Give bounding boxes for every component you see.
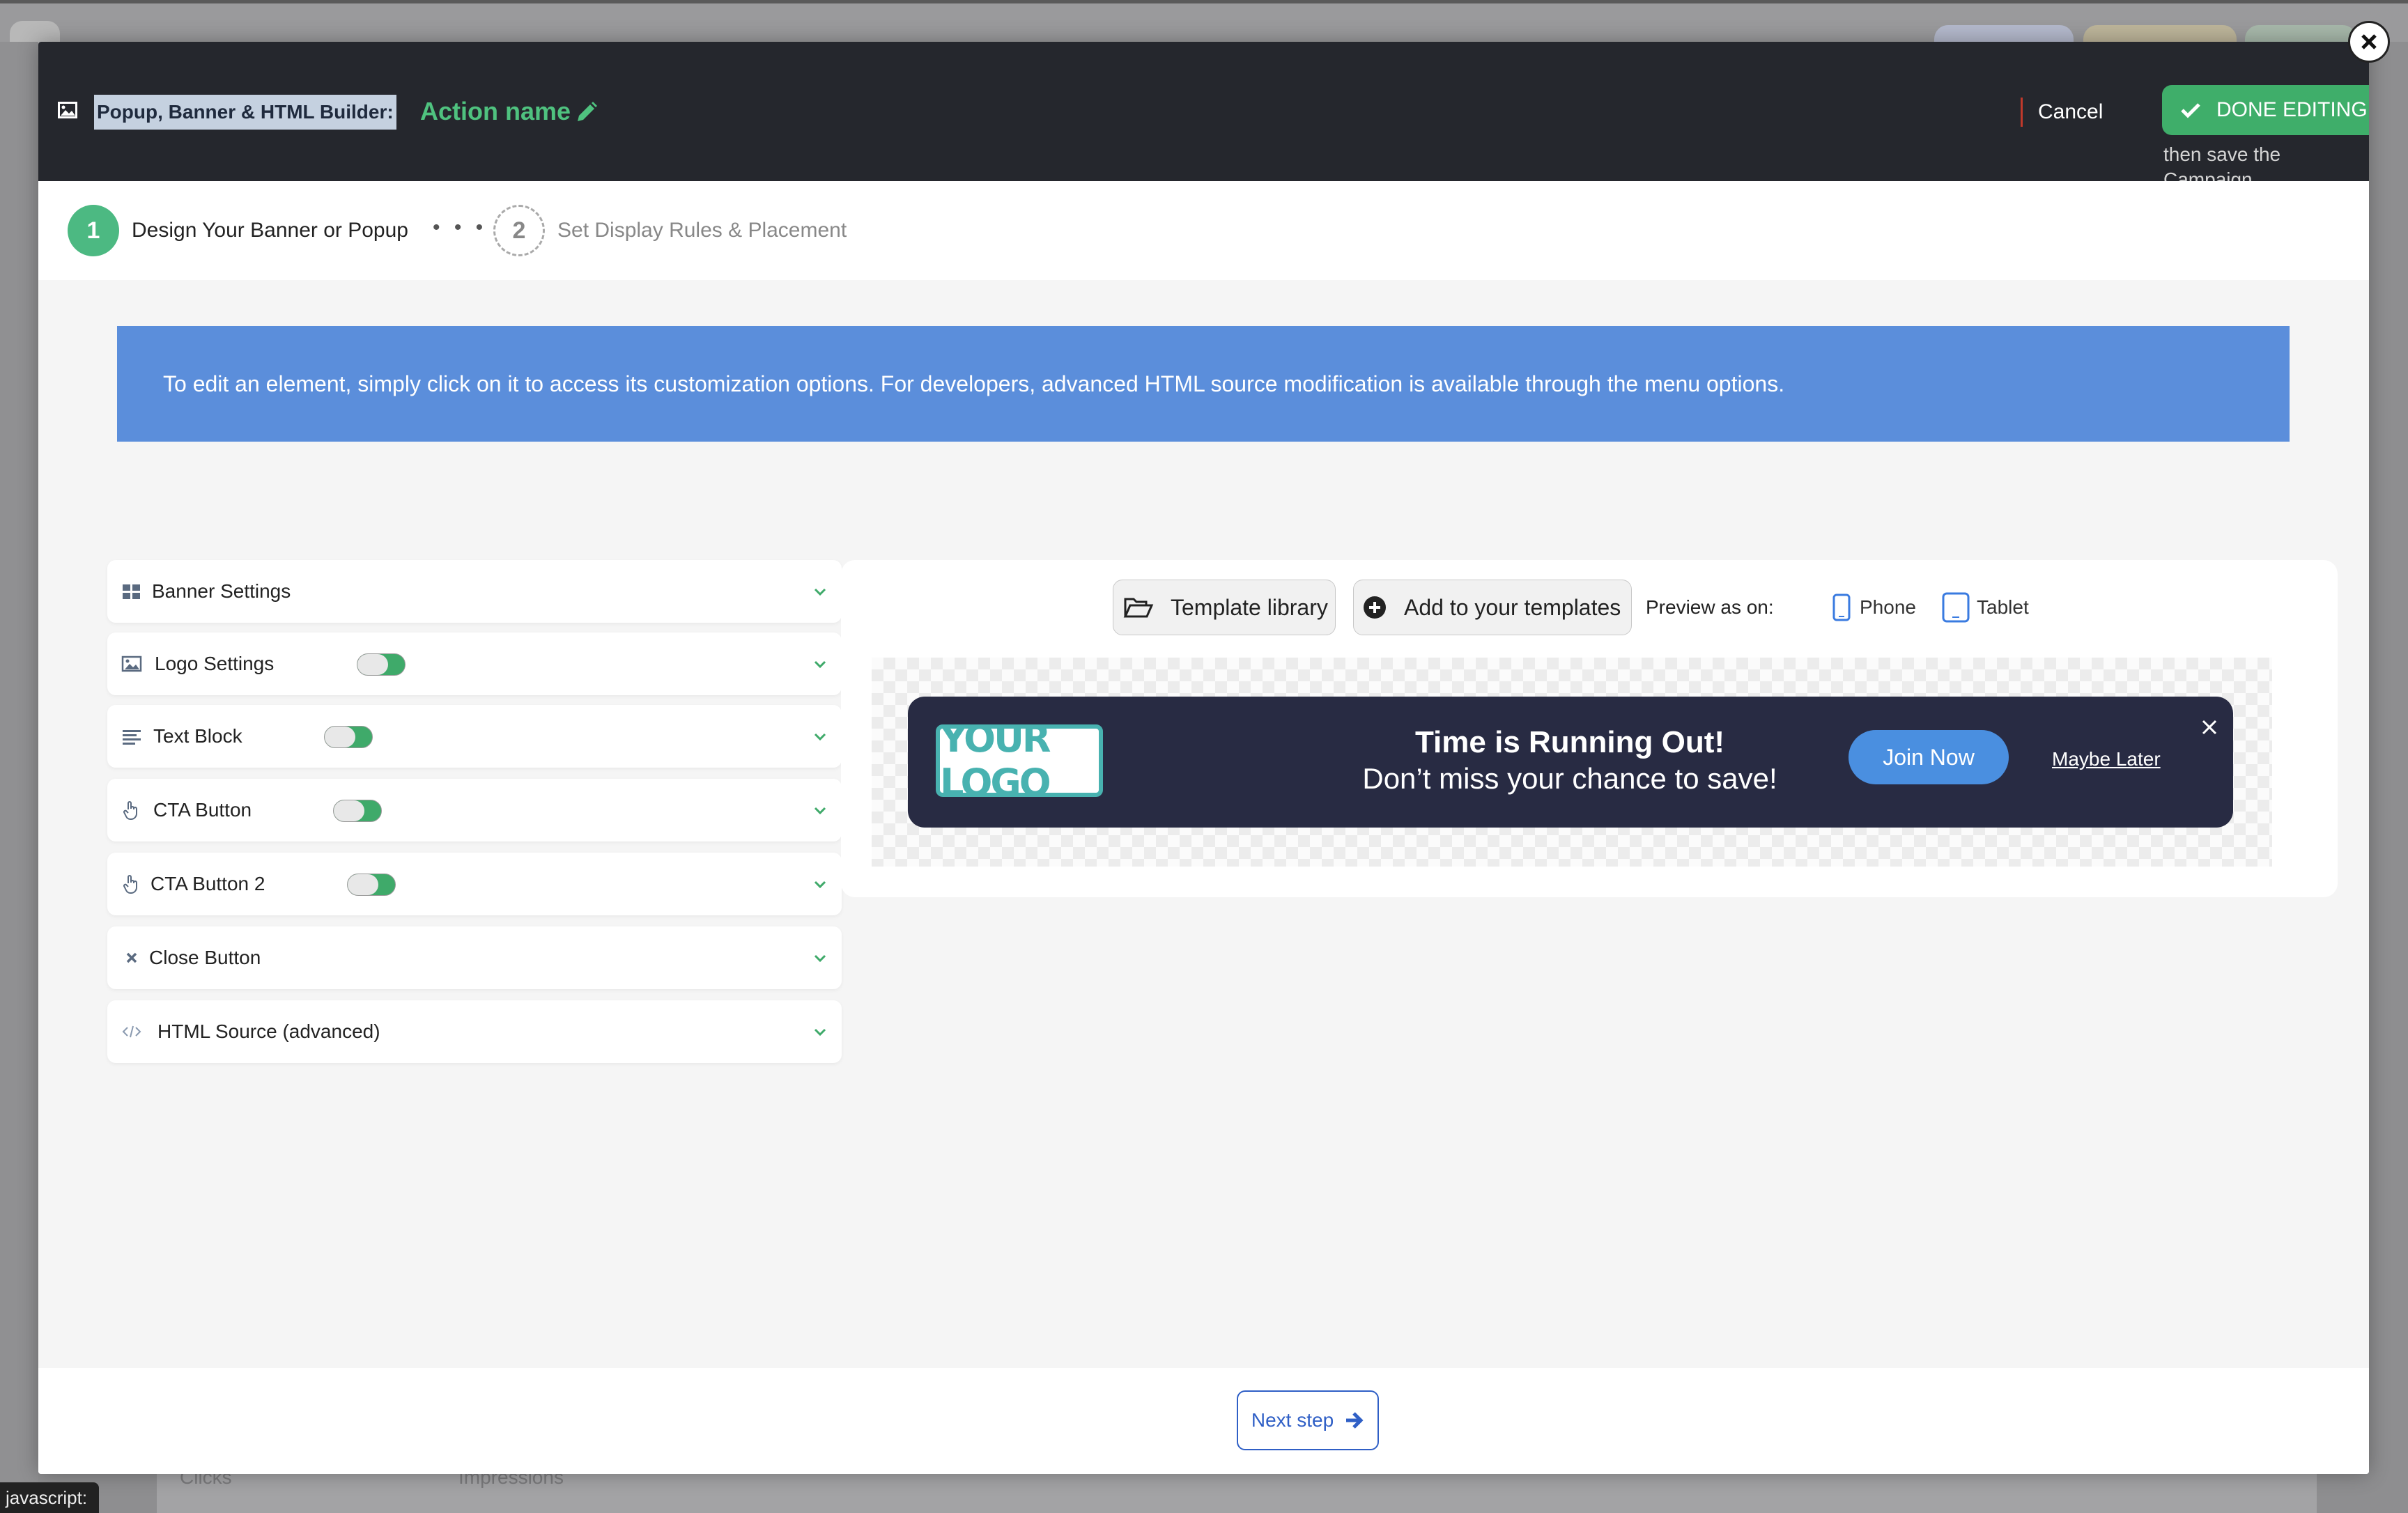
template-library-label: Template library [1171,594,1328,620]
done-editing-button[interactable]: DONE EDITING [2162,85,2369,135]
banner-preview[interactable]: YOUR LOGO Time is Running Out! Don’t mis… [908,697,2233,828]
logo-text: YOUR LOGO [940,724,1051,797]
panel-label: Text Block [153,725,242,747]
info-text: To edit an element, simply click on it t… [163,371,1785,396]
step-2-number[interactable]: 2 [493,205,545,256]
panel-label: CTA Button 2 [150,873,265,894]
template-library-button[interactable]: Template library [1113,580,1336,635]
logo-box[interactable]: YOUR LOGO [936,724,1103,797]
cta-button-toggle[interactable] [333,800,382,822]
phone-icon[interactable] [1832,593,1851,621]
steps-bar: 1 Design Your Banner or Popup • • • 2 Se… [38,181,2369,280]
builder-title: Popup, Banner & HTML Builder: [94,95,396,130]
steps-separator: • • • [433,216,488,239]
x-mark-icon [126,952,137,963]
grid-icon [123,584,140,599]
close-modal-button[interactable] [2348,21,2390,63]
chevron-down-icon[interactable] [812,584,828,599]
preview-tablet-option[interactable]: Tablet [1977,593,2029,621]
text-block-toggle[interactable] [324,726,373,748]
modal-footer: Next step [38,1368,2369,1474]
text-align-icon [123,730,141,745]
modal-header: Popup, Banner & HTML Builder: Action nam… [38,42,2369,190]
add-to-templates-label: Add to your templates [1404,594,1621,620]
preview-phone-option[interactable]: Phone [1860,593,1916,621]
chevron-down-icon[interactable] [812,729,828,744]
image-icon [121,655,142,672]
close-icon[interactable] [2200,717,2219,737]
join-now-button[interactable]: Join Now [1849,730,2009,784]
panel-label: HTML Source (advanced) [157,1021,380,1042]
cta-button-2-toggle[interactable] [347,874,396,896]
panel-label: Logo Settings [155,653,275,674]
preview-panel: Template library Add to your templates P… [841,560,2338,897]
panel-logo-settings[interactable]: Logo Settings [107,633,842,695]
maybe-later-link[interactable]: Maybe Later [2052,747,2161,772]
pointer-hand-icon [123,801,137,820]
pointer-hand-icon [123,875,137,894]
chevron-down-icon[interactable] [812,656,828,672]
header-separator [2021,98,2023,127]
panel-banner-settings[interactable]: Banner Settings [107,560,842,623]
cancel-button[interactable]: Cancel [2038,99,2103,125]
step-2-label[interactable]: Set Display Rules & Placement [557,217,847,244]
builder-modal: Popup, Banner & HTML Builder: Action nam… [38,42,2369,1474]
banner-headline[interactable]: Time is Running Out! [1256,724,1883,761]
action-name[interactable]: Action name [420,96,571,127]
arrow-right-icon [1346,1412,1364,1429]
panel-label: Close Button [149,947,261,968]
tablet-icon[interactable] [1942,592,1970,623]
add-to-templates-button[interactable]: Add to your templates [1353,580,1632,635]
code-icon [122,1025,141,1038]
folder-open-icon [1123,598,1154,618]
step-1-number[interactable]: 1 [68,205,119,256]
panel-html-source[interactable]: HTML Source (advanced) [107,1000,842,1063]
step-1-label[interactable]: Design Your Banner or Popup [132,217,408,244]
background-sidebar [0,42,38,1513]
image-icon [58,102,77,118]
chevron-down-icon[interactable] [812,802,828,818]
panel-close-button[interactable]: Close Button [107,926,842,989]
banner-subline[interactable]: Don’t miss your chance to save! [1221,761,1918,797]
pencil-icon[interactable] [575,100,599,124]
chevron-down-icon[interactable] [812,950,828,965]
browser-status-bar: javascript: [0,1482,99,1513]
panel-text-block[interactable]: Text Block [107,705,842,768]
info-banner: To edit an element, simply click on it t… [117,326,2290,442]
preview-as-label: Preview as on: [1646,596,1774,618]
check-icon [2181,103,2200,118]
panel-label: CTA Button [153,799,252,821]
panel-label: Banner Settings [152,580,291,602]
chevron-down-icon[interactable] [812,1024,828,1039]
chevron-down-icon[interactable] [812,876,828,892]
logo-toggle[interactable] [357,653,406,676]
close-icon [2361,34,2377,49]
next-step-button[interactable]: Next step [1237,1390,1379,1450]
next-step-label: Next step [1251,1409,1334,1431]
plus-circle-icon [1364,596,1386,619]
panel-cta-button[interactable]: CTA Button [107,779,842,841]
done-editing-label: DONE EDITING [2216,98,2368,121]
panel-cta-button-2[interactable]: CTA Button 2 [107,853,842,915]
